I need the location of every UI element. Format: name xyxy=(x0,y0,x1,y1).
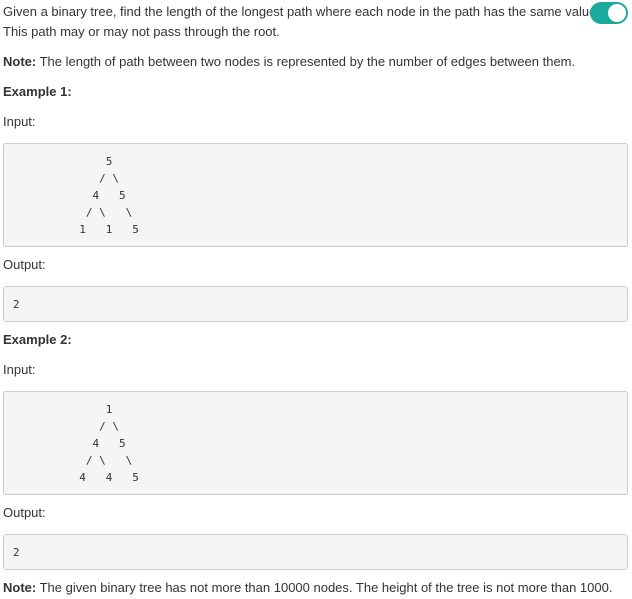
toggle-switch[interactable] xyxy=(590,2,628,24)
example-2-title: Example 2: xyxy=(3,332,72,347)
note-paragraph-1: Note: The length of path between two nod… xyxy=(3,52,575,72)
toggle-knob xyxy=(608,4,626,22)
problem-page: Given a binary tree, find the length of … xyxy=(0,0,632,599)
note-label: Note: xyxy=(3,54,37,69)
example-2-input-label: Input: xyxy=(3,362,36,377)
note-text: The length of path between two nodes is … xyxy=(36,54,576,69)
description-line-1: Given a binary tree, find the length of … xyxy=(3,4,600,19)
example-1-output-code: 2 xyxy=(3,286,628,322)
example-1-input-label: Input: xyxy=(3,114,36,129)
example-2-output-code: 2 xyxy=(3,534,628,570)
example-1-output-label: Output: xyxy=(3,257,46,272)
note-label: Note: xyxy=(3,580,37,595)
note-text: The given binary tree has not more than … xyxy=(36,580,613,595)
description-line-2: This path may or may not pass through th… xyxy=(3,24,280,39)
example-1-title: Example 1: xyxy=(3,84,72,99)
example-2-input-code: 1 / \ 4 5 / \ \ 4 4 5 xyxy=(3,391,628,495)
example-2-output-label: Output: xyxy=(3,505,46,520)
note-paragraph-2: Note: The given binary tree has not more… xyxy=(3,578,612,598)
example-1-input-code: 5 / \ 4 5 / \ \ 1 1 5 xyxy=(3,143,628,247)
